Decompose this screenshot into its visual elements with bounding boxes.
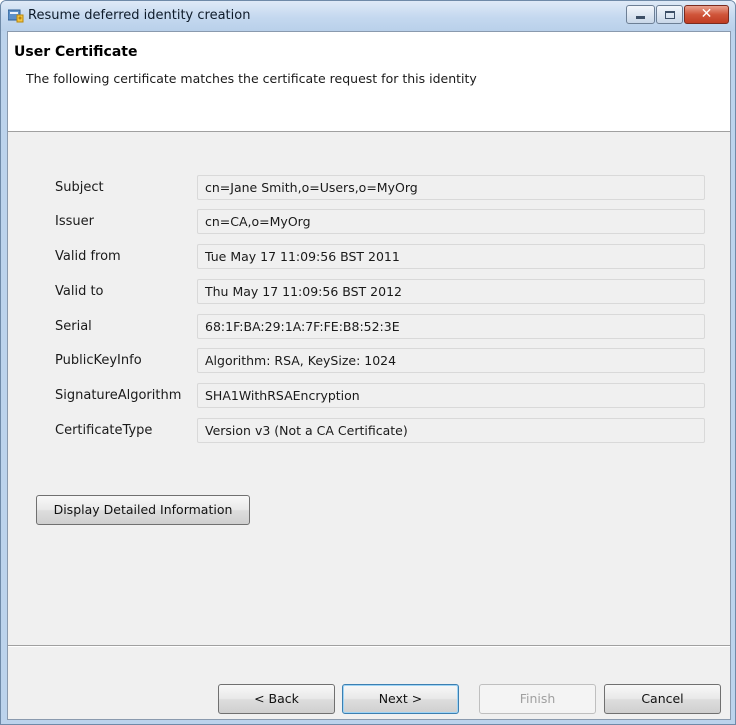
valid-from-field[interactable]: Tue May 17 11:09:56 BST 2011 [197, 244, 705, 269]
dialog-window: Resume deferred identity creation ✕ User… [0, 0, 736, 725]
certificate-type-label: CertificateType [55, 423, 153, 438]
public-key-info-row: PublicKeyInfo Algorithm: RSA, KeySize: 1… [8, 348, 730, 373]
issuer-row: Issuer cn=CA,o=MyOrg [8, 209, 730, 234]
valid-from-row: Valid from Tue May 17 11:09:56 BST 2011 [8, 244, 730, 269]
back-button[interactable]: < Back [218, 684, 335, 714]
next-button[interactable]: Next > [342, 684, 459, 714]
dialog-content: User Certificate The following certifica… [7, 31, 731, 720]
window-title: Resume deferred identity creation [28, 8, 251, 23]
subject-row: Subject cn=Jane Smith,o=Users,o=MyOrg [8, 175, 730, 200]
valid-from-label: Valid from [55, 249, 121, 264]
maximize-icon [657, 6, 682, 23]
subject-field[interactable]: cn=Jane Smith,o=Users,o=MyOrg [197, 175, 705, 200]
finish-button: Finish [479, 684, 596, 714]
certificate-wizard-icon [8, 9, 24, 23]
minimize-button[interactable] [626, 5, 655, 24]
page-description: The following certificate matches the ce… [26, 71, 477, 86]
serial-field[interactable]: 68:1F:BA:29:1A:7F:FE:B8:52:3E [197, 314, 705, 339]
certificate-type-row: CertificateType Version v3 (Not a CA Cer… [8, 418, 730, 443]
serial-row: Serial 68:1F:BA:29:1A:7F:FE:B8:52:3E [8, 314, 730, 339]
signature-algorithm-row: SignatureAlgorithm SHA1WithRSAEncryption [8, 383, 730, 408]
close-icon: ✕ [700, 6, 713, 22]
wizard-header: User Certificate The following certifica… [8, 32, 730, 132]
page-title: User Certificate [14, 44, 138, 60]
certificate-type-field[interactable]: Version v3 (Not a CA Certificate) [197, 418, 705, 443]
public-key-info-field[interactable]: Algorithm: RSA, KeySize: 1024 [197, 348, 705, 373]
signature-algorithm-label: SignatureAlgorithm [55, 388, 182, 403]
issuer-label: Issuer [55, 214, 94, 229]
minimize-icon [627, 6, 654, 23]
display-detailed-information-button[interactable]: Display Detailed Information [36, 495, 250, 525]
close-button[interactable]: ✕ [684, 5, 729, 24]
valid-to-field[interactable]: Thu May 17 11:09:56 BST 2012 [197, 279, 705, 304]
serial-label: Serial [55, 319, 92, 334]
valid-to-row: Valid to Thu May 17 11:09:56 BST 2012 [8, 279, 730, 304]
cancel-button[interactable]: Cancel [604, 684, 721, 714]
maximize-button[interactable] [656, 5, 683, 24]
issuer-field[interactable]: cn=CA,o=MyOrg [197, 209, 705, 234]
subject-label: Subject [55, 180, 104, 195]
title-bar[interactable]: Resume deferred identity creation ✕ [1, 1, 735, 31]
valid-to-label: Valid to [55, 284, 104, 299]
signature-algorithm-field[interactable]: SHA1WithRSAEncryption [197, 383, 705, 408]
public-key-info-label: PublicKeyInfo [55, 353, 142, 368]
footer-separator [8, 645, 730, 647]
